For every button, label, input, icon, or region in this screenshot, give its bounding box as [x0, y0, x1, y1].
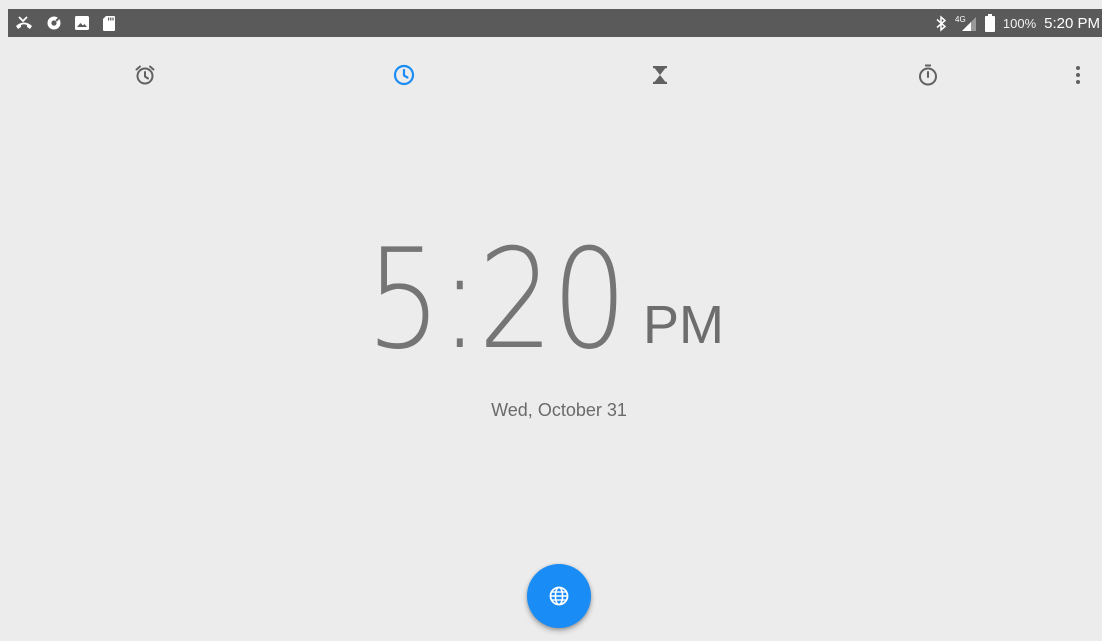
hourglass-icon [648, 63, 672, 87]
battery-percentage: 100% [1002, 15, 1037, 31]
clock-app-screen: 4G 100% 5:20 PM 5:20 PM Wed, October 31 [0, 0, 1102, 641]
clock-time: 5:20 [366, 219, 627, 380]
tab-alarm[interactable] [127, 57, 163, 93]
status-bar: 4G 100% 5:20 PM [8, 9, 1102, 37]
clock-icon [392, 63, 416, 87]
status-bar-system: 4G 100% 5:20 PM [935, 9, 1102, 37]
tab-clock[interactable] [386, 57, 422, 93]
alarm-icon [133, 63, 157, 87]
clock-date: Wed, October 31 [491, 400, 627, 420]
signal-4g-icon: 4G [955, 14, 977, 32]
status-bar-notifications [14, 9, 128, 37]
missed-call-icon [14, 15, 34, 31]
world-cities-fab-button[interactable] [527, 564, 591, 628]
bluetooth-icon [935, 14, 947, 32]
tab-timer[interactable] [642, 57, 678, 93]
tab-bar [0, 37, 1102, 111]
svg-text:4G: 4G [955, 15, 966, 24]
battery-icon [984, 14, 995, 32]
clock-ampm: PM [643, 295, 724, 355]
image-icon [74, 15, 90, 31]
more-vert-icon [1075, 65, 1081, 85]
stopwatch-icon [916, 63, 940, 87]
tab-stopwatch[interactable] [910, 57, 946, 93]
sync-icon [46, 15, 62, 31]
status-time: 5:20 PM [1044, 14, 1100, 32]
overflow-menu-button[interactable] [1060, 57, 1096, 93]
digital-clock: 5:20 PM [0, 225, 1102, 375]
sd-card-icon [102, 15, 116, 32]
globe-icon [548, 585, 570, 607]
